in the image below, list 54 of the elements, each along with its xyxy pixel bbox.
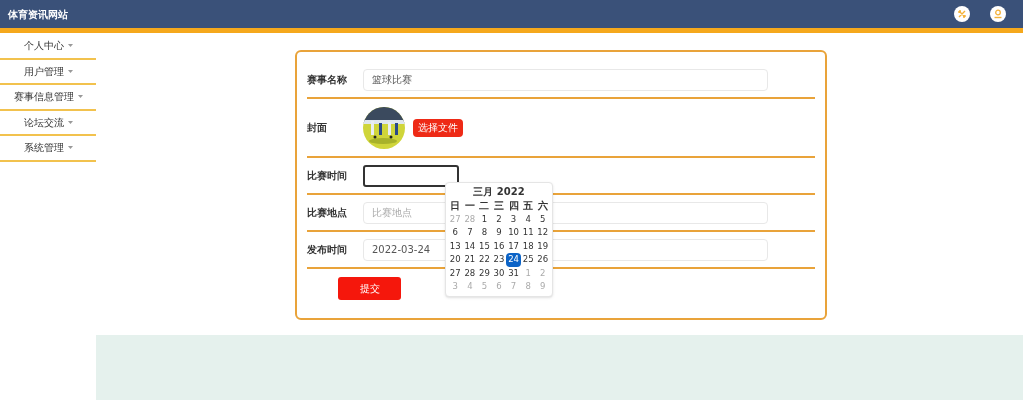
calendar-day[interactable]: 12 <box>535 226 550 240</box>
calendar-day[interactable]: 1 <box>477 212 492 226</box>
calendar-day[interactable]: 17 <box>506 239 521 253</box>
caret-icon <box>77 95 83 99</box>
caret-icon <box>67 44 73 48</box>
calendar-day[interactable]: 15 <box>477 239 492 253</box>
calendar-day[interactable]: 2 <box>491 212 507 226</box>
calendar-day[interactable]: 8 <box>477 226 492 240</box>
sidebar-item[interactable]: 个人中心 <box>0 34 96 60</box>
caret-icon <box>67 146 73 150</box>
calendar-title: 三月 2022 <box>472 185 526 199</box>
calendar-day[interactable]: 5 <box>535 212 550 226</box>
field-label: 比赛地点 <box>307 206 348 220</box>
submit-button[interactable]: 提交 <box>338 277 401 300</box>
calendar-day[interactable]: 30 <box>491 266 507 280</box>
weekday-label: 五 <box>522 199 535 213</box>
calendar-day[interactable]: 28 <box>462 266 478 280</box>
sidebar-item[interactable]: 系统管理 <box>0 136 96 162</box>
calendar-day[interactable]: 9 <box>491 226 507 240</box>
choose-file-button[interactable]: 选择文件 <box>413 118 463 137</box>
calendar-day[interactable]: 29 <box>477 266 492 280</box>
calendar-day[interactable]: 14 <box>462 239 478 253</box>
weekday-label: 二 <box>478 199 491 213</box>
calendar-day[interactable]: 16 <box>491 239 507 253</box>
calendar-day[interactable]: 19 <box>535 239 550 253</box>
shrink-icon[interactable] <box>954 6 970 22</box>
field-label: 赛事名称 <box>307 73 348 87</box>
weekday-label: 日 <box>449 199 462 213</box>
calendar-day[interactable]: 4 <box>520 212 536 226</box>
field-label: 封面 <box>307 121 328 135</box>
calendar-day[interactable]: 31 <box>506 266 521 280</box>
calendar-day[interactable]: 3 <box>506 212 521 226</box>
calendar-day[interactable]: 13 <box>448 239 463 253</box>
weekday-label: 一 <box>463 199 476 213</box>
user-icon[interactable] <box>990 6 1006 22</box>
calendar-day[interactable]: 11 <box>520 226 536 240</box>
weekday-label: 三 <box>493 199 505 213</box>
sidebar-item[interactable]: 赛事信息管理 <box>0 85 96 111</box>
caret-icon <box>67 120 73 124</box>
site-title: 体育资讯网站 <box>8 7 68 22</box>
calendar-day[interactable]: 27 <box>448 266 463 280</box>
field-label: 比赛时间 <box>307 169 348 183</box>
sidebar-item[interactable]: 论坛交流 <box>0 110 96 136</box>
calendar-day[interactable]: 10 <box>506 226 521 240</box>
weekday-label: 六 <box>536 199 549 213</box>
calendar-day[interactable]: 6 <box>448 226 463 240</box>
weekday-label: 四 <box>507 199 520 213</box>
field-label: 发布时间 <box>307 243 348 257</box>
caret-icon <box>67 69 73 73</box>
calendar-day[interactable]: 18 <box>520 239 536 253</box>
sidebar-item[interactable]: 用户管理 <box>0 59 96 85</box>
calendar-day[interactable]: 7 <box>462 226 478 240</box>
input-field[interactable]: 篮球比赛 <box>363 68 768 91</box>
calendar-day[interactable]: 24 <box>506 253 521 267</box>
